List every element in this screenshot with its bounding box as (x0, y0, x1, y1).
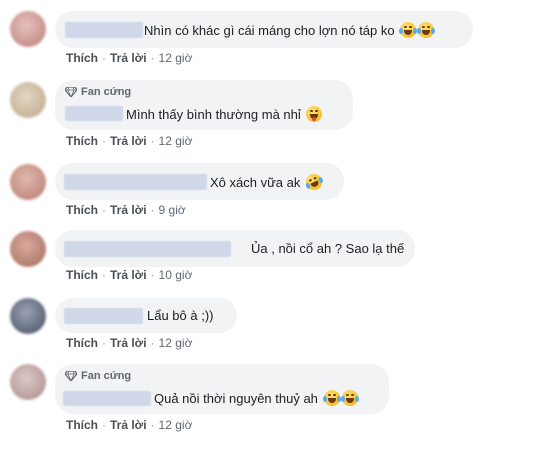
badge-label: Fan cứng (81, 370, 132, 382)
comment-actions: Thích · Trả lời · 12 giờ (66, 51, 193, 65)
like-link[interactable]: Thích (66, 51, 98, 65)
reply-link[interactable]: Trả lời (110, 51, 147, 65)
comment-text: Lẩu bô à ;)) (147, 308, 214, 323)
diamond-icon (65, 87, 77, 97)
author-name-blurred[interactable] (65, 106, 123, 121)
reply-link[interactable]: Trả lời (110, 268, 147, 282)
author-name-blurred[interactable] (64, 174, 207, 190)
comment-text: Quả nồi thời nguyên thuỷ ah (154, 390, 359, 407)
like-link[interactable]: Thích (66, 418, 98, 432)
badge-label: Fan cứng (81, 86, 132, 98)
author-name-blurred[interactable] (65, 22, 143, 38)
avatar[interactable] (10, 164, 46, 200)
comment-bubble: Fan cứng Quả nồi thời nguyên thuỷ ah (55, 364, 389, 414)
avatar[interactable] (10, 231, 46, 267)
comment-actions: Thích · Trả lời · 12 giờ (66, 336, 193, 350)
like-link[interactable]: Thích (66, 336, 98, 350)
fan-badge: Fan cứng (65, 370, 131, 382)
avatar[interactable] (10, 82, 46, 118)
comment-actions: Thích · Trả lời · 12 giờ (66, 134, 193, 148)
timestamp[interactable]: 12 giờ (159, 418, 193, 432)
reply-link[interactable]: Trả lời (110, 134, 147, 148)
tears-of-joy-icon (399, 22, 418, 38)
comment-actions: Thích · Trả lời · 9 giờ (66, 203, 186, 217)
tears-of-joy-icon (340, 390, 359, 406)
fan-badge: Fan cứng (65, 86, 131, 98)
comment-text: Xô xách vữa ak (210, 171, 325, 193)
timestamp[interactable]: 10 giờ (159, 268, 193, 282)
like-link[interactable]: Thích (66, 203, 98, 217)
timestamp[interactable]: 12 giờ (159, 336, 193, 350)
comment-text: Ủa , nồi cổ ah ? Sao lạ thế (251, 241, 405, 256)
author-name-blurred[interactable] (64, 308, 143, 324)
reply-link[interactable]: Trả lời (110, 336, 147, 350)
comment-actions: Thích · Trả lời · 12 giờ (66, 418, 193, 432)
tears-of-joy-icon (322, 390, 341, 406)
avatar[interactable] (10, 298, 46, 334)
comment-bubble: Lẩu bô à ;)) (55, 298, 237, 333)
avatar[interactable] (10, 364, 46, 400)
comment-text: Nhìn có khác gì cái máng cho lợn nó táp … (144, 22, 436, 39)
author-name-blurred[interactable] (64, 241, 231, 257)
reply-link[interactable]: Trả lời (110, 418, 147, 432)
comment-bubble: Xô xách vữa ak (55, 163, 344, 200)
timestamp[interactable]: 9 giờ (159, 203, 186, 217)
like-link[interactable]: Thích (66, 268, 98, 282)
avatar[interactable] (10, 11, 46, 47)
timestamp[interactable]: 12 giờ (159, 134, 193, 148)
comment-actions: Thích · Trả lời · 10 giờ (66, 268, 193, 282)
comment-bubble: Fan cứng Mình thấy bình thường mà nhỉ (55, 80, 353, 130)
timestamp[interactable]: 12 giờ (159, 51, 193, 65)
author-name-blurred[interactable] (63, 391, 151, 406)
diamond-icon (65, 371, 77, 381)
comment-text: Mình thấy bình thường mà nhỉ (126, 106, 323, 123)
tears-of-joy-icon (417, 22, 436, 38)
like-link[interactable]: Thích (66, 134, 98, 148)
comment-bubble: Ủa , nồi cổ ah ? Sao lạ thế (55, 230, 415, 267)
rofl-icon (303, 171, 325, 193)
comment-bubble: Nhìn có khác gì cái máng cho lợn nó táp … (55, 11, 473, 48)
reply-link[interactable]: Trả lời (110, 203, 147, 217)
tongue-face-icon (306, 106, 323, 122)
